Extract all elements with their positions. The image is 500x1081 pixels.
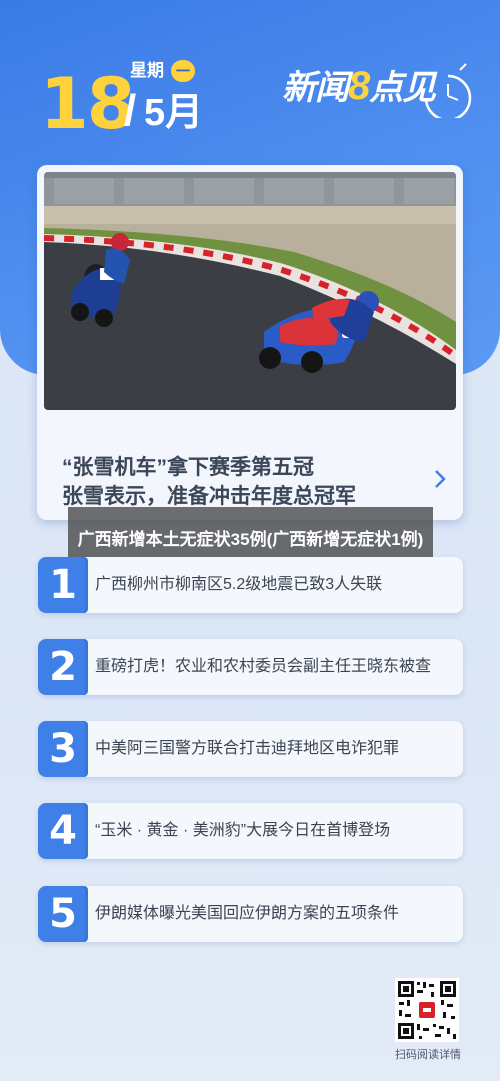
brand-number: 8	[348, 64, 370, 108]
brand-logo: 新闻8点见	[282, 64, 436, 110]
news-number-badge: 5	[38, 886, 88, 942]
date-month: 5月	[144, 92, 204, 134]
clock-icon	[424, 63, 472, 118]
news-item[interactable]: 1 广西柳州市柳南区5.2级地震已致3人失联	[38, 557, 463, 613]
news-number-badge: 3	[38, 721, 88, 777]
news-item[interactable]: 2 重磅打虎！农业和农村委员会副主任王晓东被查	[38, 639, 463, 695]
chevron-right-icon[interactable]	[431, 468, 449, 490]
weekday-badge: 一	[171, 60, 195, 82]
news-headline: 伊朗媒体曝光美国回应伊朗方案的五项条件	[95, 905, 400, 922]
qr-label: 扫码阅读详情	[395, 1049, 461, 1061]
news-number-badge: 1	[38, 557, 88, 613]
featured-title-line1: “张雪机车”拿下赛季第五冠	[62, 456, 314, 479]
qr-code-icon[interactable]	[395, 978, 459, 1042]
featured-photo	[44, 172, 456, 410]
news-headline: 重磅打虎！农业和农村委员会副主任王晓东被查	[95, 658, 432, 675]
brand-prefix: 新闻	[282, 69, 349, 107]
motorcycle-race-image	[44, 172, 456, 410]
featured-news-card[interactable]: “张雪机车”拿下赛季第五冠 张雪表示，准备冲击年度总冠军	[37, 165, 463, 520]
news-number-badge: 4	[38, 803, 88, 859]
date-day: 18	[40, 63, 135, 145]
news-number-badge: 2	[38, 639, 88, 695]
date-slash: /	[124, 86, 137, 135]
news-headline: 中美阿三国警方联合打击迪拜地区电诈犯罪	[95, 740, 400, 757]
news-headline: “玉米 · 黄金 · 美洲豹”大展今日在首博登场	[95, 822, 391, 839]
weekday-label: 星期	[130, 61, 164, 80]
news-item[interactable]: 5 伊朗媒体曝光美国回应伊朗方案的五项条件	[38, 886, 463, 942]
news-headline: 广西柳州市柳南区5.2级地震已致3人失联	[95, 576, 383, 593]
news-item[interactable]: 3 中美阿三国警方联合打击迪拜地区电诈犯罪	[38, 721, 463, 777]
news-item[interactable]: 4 “玉米 · 黄金 · 美洲豹”大展今日在首博登场	[38, 803, 463, 859]
